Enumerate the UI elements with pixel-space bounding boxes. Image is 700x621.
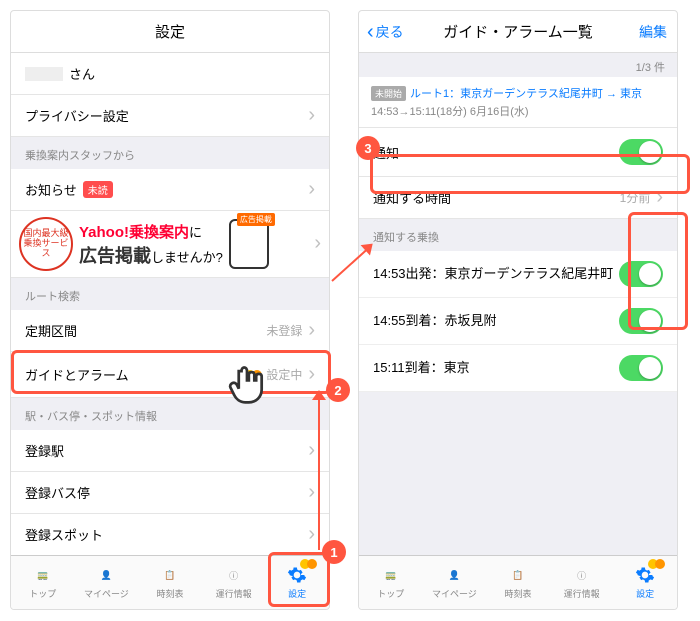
guide-alarm-row[interactable]: ガイドとアラーム 設定中	[11, 352, 329, 398]
tab-mypage[interactable]: 👤マイページ	[75, 556, 139, 609]
chevron-right-icon	[308, 182, 315, 198]
chevron-right-icon	[314, 236, 321, 252]
back-button[interactable]: ‹戻る	[367, 22, 404, 42]
gear-icon	[287, 565, 307, 585]
chevron-right-icon	[308, 527, 315, 543]
ad-stamp: 国内最大級 乗換サービス	[19, 217, 73, 271]
navbar: 設定	[11, 11, 329, 53]
alarm-list-screen: ‹戻る ガイド・アラーム一覧 編集 1/3 件 未開始ルート1：東京ガーデンテラ…	[358, 10, 678, 610]
chevron-right-icon	[308, 367, 315, 383]
timetable-icon: 📋	[159, 565, 181, 585]
tab-mypage[interactable]: 👤マイページ	[423, 556, 487, 609]
page-title: ガイド・アラーム一覧	[443, 21, 593, 42]
train-icon: 🚃	[380, 565, 402, 585]
ad-banner[interactable]: 国内最大級 乗換サービス Yahoo!乗換案内に 広告掲載しませんか? 広告掲載	[11, 211, 329, 278]
notify-time-row[interactable]: 通知する時間 1分前	[359, 177, 677, 219]
arrowhead-icon	[312, 390, 326, 400]
commuter-row[interactable]: 定期区間 未登録	[11, 310, 329, 352]
badge-1: 1	[322, 540, 346, 564]
alarm-content: 1/3 件 未開始ルート1：東京ガーデンテラス紀尾井町 → 東京 14:53→1…	[359, 53, 677, 555]
tab-traffic[interactable]: ⓘ運行情報	[202, 556, 266, 609]
chevron-right-icon	[656, 190, 663, 206]
tabbar: 🚃トップ 👤マイページ 📋時刻表 ⓘ運行情報 設定	[11, 555, 329, 609]
pointer-hand-icon	[225, 362, 269, 406]
transfer-section-head: 通知する乗換	[359, 219, 677, 251]
tabbar: 🚃トップ 👤マイページ 📋時刻表 ⓘ運行情報 設定	[359, 555, 677, 609]
stop-toggle[interactable]	[619, 355, 663, 381]
person-icon: 👤	[95, 565, 117, 585]
notice-row[interactable]: お知らせ未読	[11, 169, 329, 211]
person-icon: 👤	[443, 565, 465, 585]
stop-row: 15:11到着：東京	[359, 345, 677, 392]
info-icon: ⓘ	[571, 565, 593, 585]
settings-content: さん プライバシー設定 乗換案内スタッフから お知らせ未読 国内最大級 乗換サー…	[11, 53, 329, 555]
tab-top[interactable]: 🚃トップ	[359, 556, 423, 609]
stop-toggle[interactable]	[619, 261, 663, 287]
unread-badge: 未読	[83, 181, 113, 198]
notify-toggle[interactable]	[619, 139, 663, 165]
tab-settings[interactable]: 設定	[613, 556, 677, 609]
arrow-1-to-2	[318, 394, 320, 550]
reg-spot-row[interactable]: 登録スポット	[11, 514, 329, 555]
route-status-tag: 未開始	[371, 86, 406, 101]
timetable-icon: 📋	[507, 565, 529, 585]
route-card[interactable]: 未開始ルート1：東京ガーデンテラス紀尾井町 → 東京 14:53→15:11(1…	[359, 77, 677, 128]
item-count: 1/3 件	[359, 53, 677, 77]
chevron-right-icon	[308, 108, 315, 124]
chevron-right-icon	[308, 485, 315, 501]
info-icon: ⓘ	[223, 565, 245, 585]
user-name-placeholder	[25, 67, 63, 81]
stop-toggle[interactable]	[619, 308, 663, 334]
spot-section-head: 駅・バス停・スポット情報	[11, 398, 329, 430]
tab-traffic[interactable]: ⓘ運行情報	[550, 556, 614, 609]
privacy-row[interactable]: プライバシー設定	[11, 95, 329, 137]
page-title: 設定	[155, 21, 185, 42]
chevron-right-icon	[308, 323, 315, 339]
train-icon: 🚃	[32, 565, 54, 585]
navbar: ‹戻る ガイド・アラーム一覧 編集	[359, 11, 677, 53]
tab-settings[interactable]: 設定	[265, 556, 329, 609]
route-section-head: ルート検索	[11, 278, 329, 310]
notify-row: 通知	[359, 128, 677, 177]
tab-timetable[interactable]: 📋時刻表	[138, 556, 202, 609]
gear-icon	[635, 565, 655, 585]
badge-2: 2	[326, 378, 350, 402]
user-row[interactable]: さん	[11, 53, 329, 95]
reg-bus-row[interactable]: 登録バス停	[11, 472, 329, 514]
tab-top[interactable]: 🚃トップ	[11, 556, 75, 609]
stop-row: 14:55到着：赤坂見附	[359, 298, 677, 345]
ad-phone-icon	[229, 219, 269, 269]
settings-screen: 設定 さん プライバシー設定 乗換案内スタッフから お知らせ未読 国内最大級 乗…	[10, 10, 330, 610]
chevron-right-icon	[308, 443, 315, 459]
badge-3: 3	[356, 136, 380, 160]
staff-section-head: 乗換案内スタッフから	[11, 137, 329, 169]
edit-button[interactable]: 編集	[639, 22, 667, 42]
tab-timetable[interactable]: 📋時刻表	[486, 556, 550, 609]
stop-row: 14:53出発：東京ガーデンテラス紀尾井町	[359, 251, 677, 298]
reg-station-row[interactable]: 登録駅	[11, 430, 329, 472]
